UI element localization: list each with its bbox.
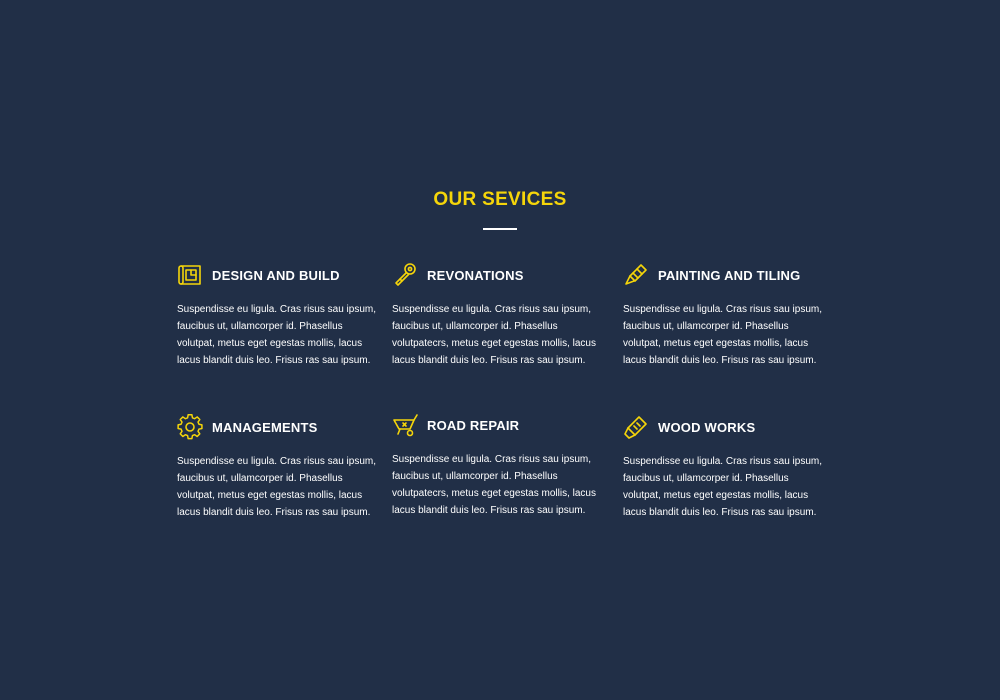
service-description: Suspendisse eu ligula. Cras risus sau ip… — [392, 454, 596, 516]
service-title: ROAD REPAIR — [427, 417, 520, 433]
paint-brush-icon — [623, 262, 649, 288]
services-section: OUR SEVICES DESIGN AND BUILD Suspendisse… — [0, 0, 1000, 700]
service-title: MANAGEMENTS — [212, 419, 318, 435]
service-card-road-repair: ROAD REPAIR Suspendisse eu ligula. Cras … — [392, 412, 597, 519]
wheelbarrow-icon — [392, 412, 418, 438]
service-card-revonations: REVONATIONS Suspendisse eu ligula. Cras … — [392, 262, 597, 369]
chainsaw-icon — [623, 414, 649, 440]
service-description: Suspendisse eu ligula. Cras risus sau ip… — [623, 456, 822, 518]
service-description: Suspendisse eu ligula. Cras risus sau ip… — [177, 304, 376, 366]
service-title: REVONATIONS — [427, 267, 524, 283]
service-card-wood-works: WOOD WORKS Suspendisse eu ligula. Cras r… — [623, 414, 828, 521]
service-description: Suspendisse eu ligula. Cras risus sau ip… — [392, 304, 596, 366]
service-title: PAINTING AND TILING — [658, 267, 801, 283]
service-card-managements: MANAGEMENTS Suspendisse eu ligula. Cras … — [177, 414, 382, 521]
wrench-icon — [392, 262, 418, 288]
section-title: OUR SEVICES — [433, 189, 567, 210]
service-description: Suspendisse eu ligula. Cras risus sau ip… — [177, 456, 376, 518]
service-card-painting-and-tiling: PAINTING AND TILING Suspendisse eu ligul… — [623, 262, 828, 369]
service-title: WOOD WORKS — [658, 419, 756, 435]
blueprint-icon — [177, 262, 203, 288]
service-description: Suspendisse eu ligula. Cras risus sau ip… — [623, 304, 822, 366]
gear-icon — [177, 414, 203, 440]
title-divider — [483, 228, 517, 230]
service-title: DESIGN AND BUILD — [212, 267, 340, 283]
service-card-design-and-build: DESIGN AND BUILD Suspendisse eu ligula. … — [177, 262, 382, 369]
